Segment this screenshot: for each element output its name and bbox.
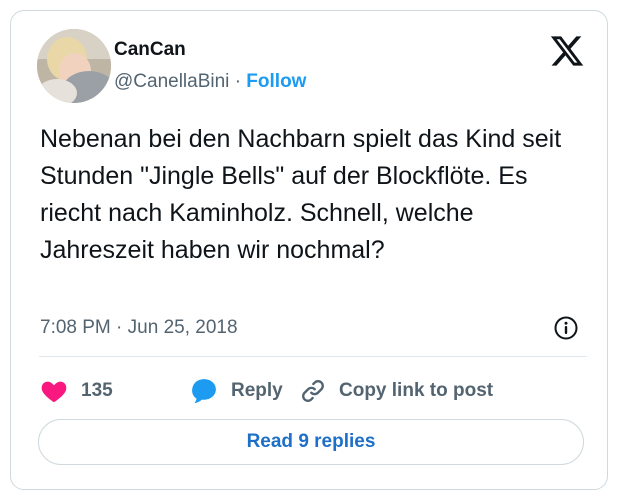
display-name[interactable]: CanCan [114,39,186,61]
avatar-image [37,29,111,103]
tweet-card: CanCan @CanellaBini · Follow Nebenan bei… [10,10,608,490]
action-bar: 135 Reply Copy link to post [39,373,587,409]
separator: · [116,317,123,338]
follow-link[interactable]: Follow [246,71,306,92]
link-icon [302,380,324,402]
speech-bubble-icon [192,379,216,404]
tweet-timestamp[interactable]: 7:08 PM · Jun 25, 2018 [40,317,238,339]
copy-link-label: Copy link to post [339,380,494,401]
tweet-date: Jun 25, 2018 [127,317,238,338]
user-handle[interactable]: @CanellaBini [114,71,229,92]
x-logo-icon[interactable] [549,33,585,69]
like-button[interactable]: 135 [39,373,113,409]
handle-row: @CanellaBini · Follow [114,71,306,93]
read-replies-button[interactable]: Read 9 replies [38,419,584,465]
like-count: 135 [81,380,113,401]
tweet-text: Nebenan bei den Nachbarn spielt das Kind… [40,125,562,264]
avatar[interactable] [37,29,111,103]
heart-icon [41,381,67,403]
reply-button[interactable]: Reply [189,373,283,409]
reply-label: Reply [231,380,283,401]
separator: · [234,71,242,92]
copy-link-button[interactable]: Copy link to post [299,373,493,409]
info-icon[interactable] [553,315,579,341]
divider [39,356,587,357]
tweet-time: 7:08 PM [40,317,111,338]
